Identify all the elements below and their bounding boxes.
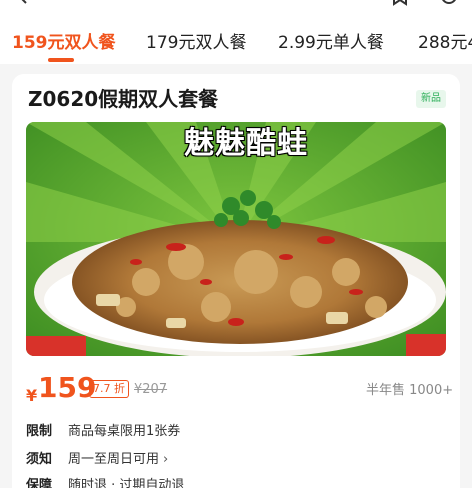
hero-image[interactable]: 魅魅酷蛙	[26, 122, 446, 356]
tab-159-double[interactable]: 159元双人餐	[12, 32, 116, 54]
notice-label: 须知	[26, 452, 53, 467]
notice-row[interactable]: 周一至周日可用 ›	[68, 450, 168, 470]
package-tabs: 159元双人餐 179元双人餐 2.99元单人餐 288元4	[0, 14, 472, 64]
sales-count: 半年售 1000+	[366, 383, 454, 398]
new-badge: 新品	[416, 90, 446, 108]
chevron-right-icon: ›	[163, 452, 169, 467]
tab-2-99-single[interactable]: 2.99元单人餐	[278, 32, 384, 54]
more-icon[interactable]	[440, 0, 458, 6]
limit-label: 限制	[26, 424, 53, 439]
active-tab-indicator	[48, 58, 74, 62]
tab-288[interactable]: 288元4	[418, 32, 472, 54]
favorite-icon[interactable]	[392, 0, 408, 6]
deal-price: 159	[38, 371, 97, 404]
discount-badge: 7.7 折	[89, 380, 129, 398]
price-currency: ¥	[26, 386, 38, 405]
hero-title: 魅魅酷蛙	[184, 126, 308, 161]
tab-179-double[interactable]: 179元双人餐	[146, 32, 246, 54]
deal-title: Z0620假期双人套餐	[28, 87, 219, 111]
top-bar	[0, 0, 472, 14]
limit-value: 商品每桌限用1张券	[68, 424, 181, 439]
deal-card: Z0620假期双人套餐 新品 魅魅酷蛙 ¥ 159 7.7 折 ¥207 半年售…	[12, 74, 460, 488]
notice-value: 周一至周日可用	[68, 452, 160, 467]
original-price: ¥207	[134, 382, 168, 397]
guarantee-value: 随时退 · 过期自动退	[68, 478, 185, 488]
back-arrow-icon[interactable]	[16, 0, 30, 4]
guarantee-label: 保障	[26, 478, 53, 488]
